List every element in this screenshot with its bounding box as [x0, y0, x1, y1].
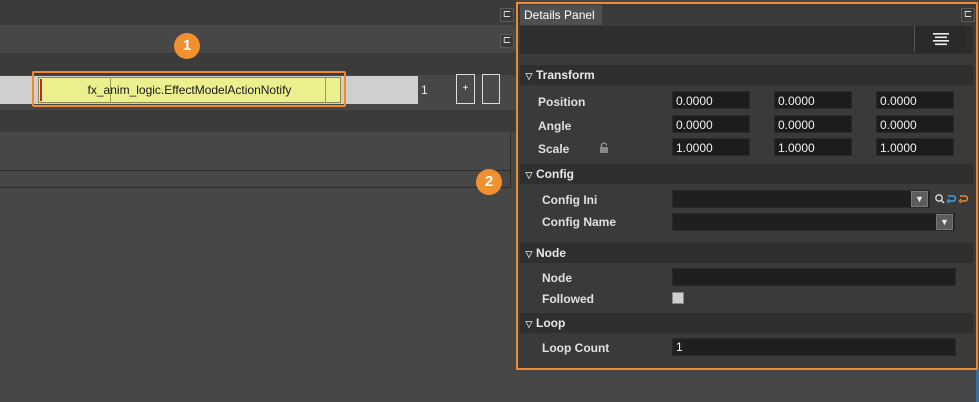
config-name-row: Config Name ▼	[520, 211, 973, 233]
position-y-field[interactable]: 0.0000	[774, 91, 852, 109]
track-index: 1	[421, 83, 428, 97]
config-ini-label: Config Ini	[542, 193, 598, 207]
angle-label: Angle	[538, 119, 572, 133]
angle-y-field[interactable]: 0.0000	[774, 115, 852, 133]
position-row: Position 0.0000 0.0000 0.0000	[520, 90, 973, 112]
pin-icon[interactable]: ⊏	[500, 34, 514, 48]
panel-menu-button[interactable]	[914, 26, 966, 52]
reset-icon[interactable]	[957, 193, 969, 205]
angle-x-field[interactable]: 0.0000	[672, 115, 750, 133]
timeline-header	[0, 0, 516, 25]
loop-count-field[interactable]: 1	[672, 338, 956, 356]
details-panel: Details Panel ⊏ ▽ Transform Position 0.00…	[516, 2, 978, 370]
followed-row: Followed	[520, 288, 973, 310]
node-row: Node	[520, 267, 973, 289]
chevron-down-icon[interactable]: ▼	[936, 214, 953, 230]
followed-label: Followed	[542, 292, 594, 306]
position-z-field[interactable]: 0.0000	[876, 91, 954, 109]
collapse-triangle-icon: ▽	[525, 249, 533, 259]
panel-toolbar	[520, 26, 973, 54]
callout-badge-2: 2	[476, 169, 502, 195]
track-option-button[interactable]	[482, 74, 500, 104]
panel-tab-title[interactable]: Details Panel	[520, 5, 602, 25]
timeline-band	[0, 110, 516, 132]
section-title: Loop	[536, 316, 566, 330]
section-title: Config	[536, 167, 574, 181]
section-node[interactable]: ▽ Node	[520, 243, 973, 263]
angle-z-field[interactable]: 0.0000	[876, 115, 954, 133]
collapse-triangle-icon: ▽	[525, 319, 533, 329]
node-field[interactable]	[672, 268, 956, 286]
collapse-triangle-icon: ▽	[525, 170, 533, 180]
section-title: Node	[536, 246, 566, 260]
position-x-field[interactable]: 0.0000	[672, 91, 750, 109]
collapse-triangle-icon: ▽	[525, 71, 533, 81]
config-ini-select[interactable]	[672, 190, 930, 208]
position-label: Position	[538, 95, 586, 109]
lock-icon[interactable]	[598, 142, 610, 154]
loop-count-label: Loop Count	[542, 341, 610, 355]
callout-badge-1: 1	[174, 33, 200, 59]
followed-checkbox[interactable]	[672, 292, 684, 304]
menu-lines-icon	[933, 33, 949, 46]
pin-icon[interactable]: ⊏	[500, 8, 514, 22]
config-name-select[interactable]	[672, 213, 955, 231]
config-ini-row: Config Ini ▼	[520, 189, 973, 211]
scale-y-field[interactable]: 1.0000	[774, 138, 852, 156]
divider	[0, 170, 510, 171]
refresh-icon[interactable]	[945, 193, 957, 205]
node-label: Node	[542, 271, 572, 285]
scale-label: Scale	[538, 142, 570, 156]
scale-x-field[interactable]: 1.0000	[672, 138, 750, 156]
clip-highlight-frame	[32, 71, 346, 107]
section-loop[interactable]: ▽ Loop	[520, 313, 973, 333]
scale-row: Scale 1.0000 1.0000 1.0000	[520, 137, 973, 159]
divider	[0, 187, 510, 188]
chevron-down-icon[interactable]: ▼	[911, 191, 928, 207]
add-track-button[interactable]: +	[456, 74, 475, 104]
pin-icon[interactable]: ⊏	[961, 8, 975, 22]
section-config[interactable]: ▽ Config	[520, 164, 973, 184]
loop-count-row: Loop Count 1	[520, 337, 973, 359]
section-transform[interactable]: ▽ Transform	[520, 65, 973, 85]
timeline-pane: ⊏ ⊏ 1 fx_anim_logic.EffectModelActionNot…	[0, 0, 516, 402]
divider	[510, 132, 511, 188]
config-name-label: Config Name	[542, 215, 617, 229]
angle-row: Angle 0.0000 0.0000 0.0000	[520, 114, 973, 136]
section-title: Transform	[536, 68, 595, 82]
scale-z-field[interactable]: 1.0000	[876, 138, 954, 156]
